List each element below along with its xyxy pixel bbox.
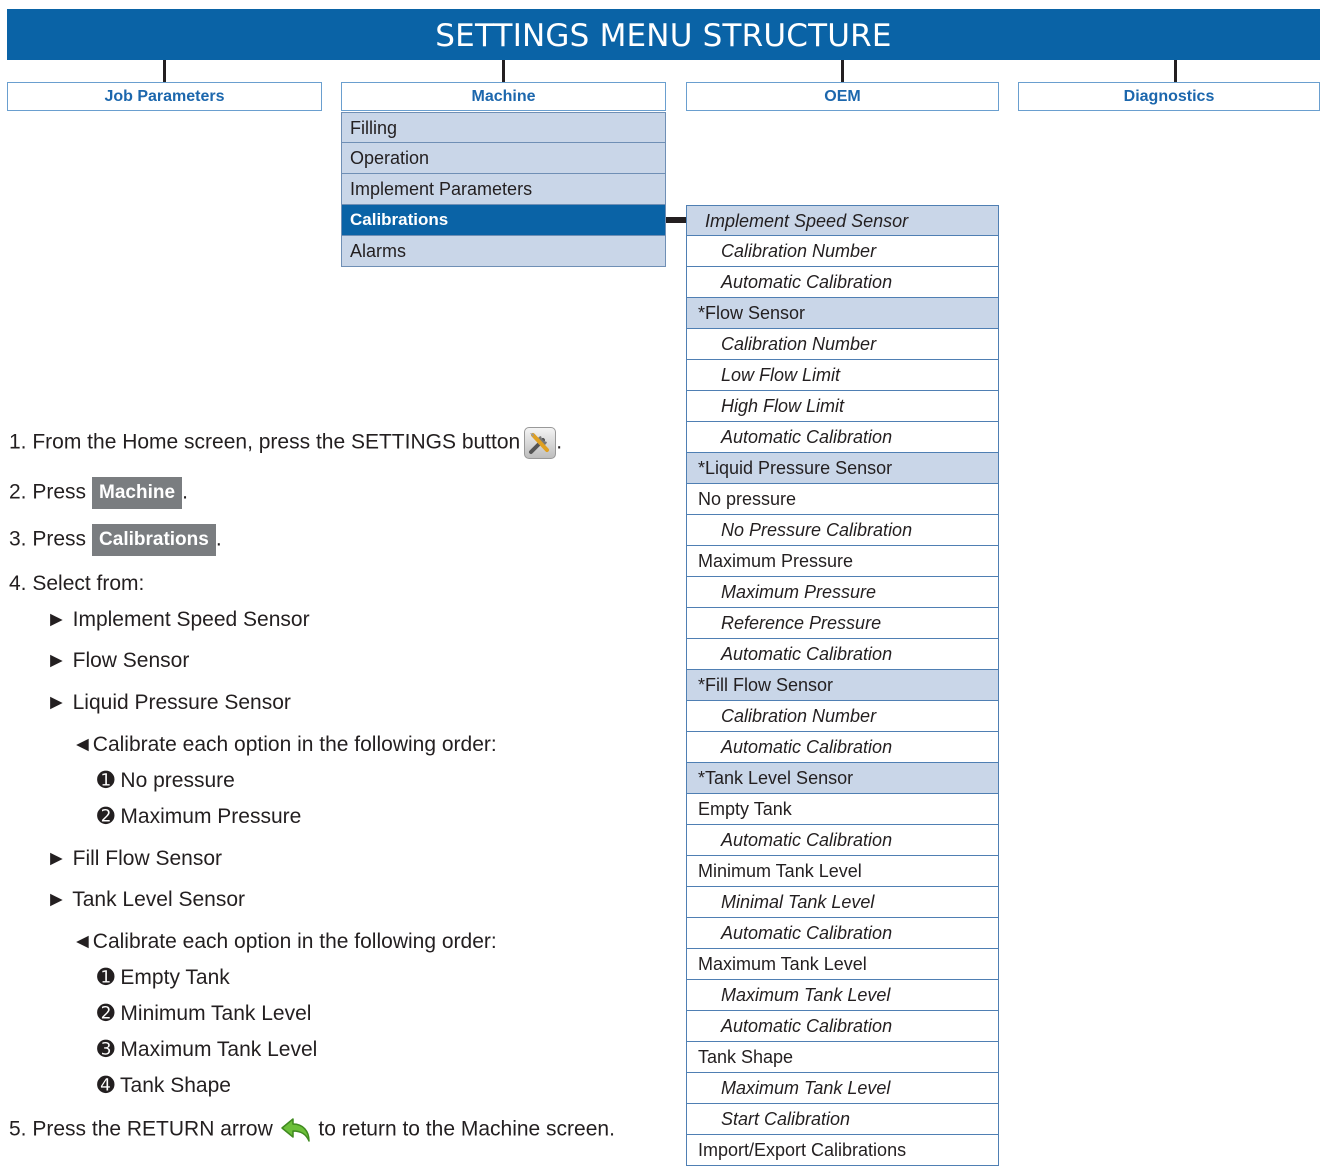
- step-2-suffix: .: [182, 480, 188, 504]
- tab-machine[interactable]: Machine: [341, 82, 666, 111]
- menu-item-calibrations[interactable]: Calibrations: [341, 205, 666, 236]
- settings-tools-icon: [524, 427, 557, 459]
- calibrations-button: Calibrations: [92, 524, 216, 556]
- calibration-subitem[interactable]: Automatic Calibration: [686, 918, 999, 949]
- calibration-subitem[interactable]: Automatic Calibration: [686, 1011, 999, 1042]
- step-5-suffix: to return to the Machine screen.: [318, 1117, 615, 1141]
- step-5: 5. Press the RETURN arrow to return to t…: [9, 1116, 615, 1144]
- calibration-subitem[interactable]: Automatic Calibration: [686, 825, 999, 856]
- step-2-text: 2. Press: [9, 480, 87, 504]
- option-flow-sensor: ► Flow Sensor: [46, 649, 190, 672]
- tab-oem[interactable]: OEM: [686, 82, 999, 111]
- step-3: 3. Press Calibrations.: [9, 524, 222, 556]
- order-step: ➋ Maximum Pressure: [97, 805, 302, 828]
- order-step: ➊ No pressure: [97, 769, 235, 792]
- order-step: ➋ Minimum Tank Level: [97, 1002, 312, 1025]
- calibration-section[interactable]: No pressure: [686, 484, 999, 515]
- connector-line: [1174, 60, 1177, 82]
- calibration-section[interactable]: Empty Tank: [686, 794, 999, 825]
- calibration-section[interactable]: Import/Export Calibrations: [686, 1135, 999, 1166]
- calibration-subitem[interactable]: High Flow Limit: [686, 391, 999, 422]
- machine-button: Machine: [92, 477, 183, 509]
- step-1: 1. From the Home screen, press the SETTI…: [9, 427, 562, 459]
- option-fill-flow-sensor: ► Fill Flow Sensor: [46, 847, 222, 870]
- calibration-subitem[interactable]: Maximum Pressure: [686, 577, 999, 608]
- calibration-subitem[interactable]: Automatic Calibration: [686, 732, 999, 763]
- menu-item-implement-parameters[interactable]: Implement Parameters: [341, 174, 666, 205]
- order-note: ◄Calibrate each option in the following …: [72, 930, 497, 953]
- calibration-section[interactable]: *Tank Level Sensor: [686, 763, 999, 794]
- calibration-section[interactable]: *Liquid Pressure Sensor: [686, 453, 999, 484]
- calibration-subitem[interactable]: Automatic Calibration: [686, 639, 999, 670]
- step-4: 4. Select from:: [9, 572, 145, 595]
- calibration-subitem[interactable]: Minimal Tank Level: [686, 887, 999, 918]
- step-3-text: 3. Press: [9, 527, 87, 551]
- order-step: ➊ Empty Tank: [97, 966, 230, 989]
- calibration-subitem[interactable]: Automatic Calibration: [686, 422, 999, 453]
- connector-line: [841, 60, 844, 82]
- order-step: ➍ Tank Shape: [97, 1074, 231, 1097]
- menu-item-alarms[interactable]: Alarms: [341, 236, 666, 267]
- step-1-suffix: .: [556, 430, 563, 454]
- order-step: ➌ Maximum Tank Level: [97, 1038, 318, 1061]
- calibration-subitem[interactable]: Calibration Number: [686, 236, 999, 267]
- menu-item-filling[interactable]: Filling: [341, 112, 666, 143]
- option-tank-level-sensor: ► Tank Level Sensor: [46, 888, 246, 911]
- step-1-text: 1. From the Home screen, press the SETTI…: [9, 430, 521, 454]
- step-3-suffix: .: [215, 527, 222, 551]
- calibration-subitem[interactable]: No Pressure Calibration: [686, 515, 999, 546]
- calibration-section[interactable]: Minimum Tank Level: [686, 856, 999, 887]
- option-liquid-pressure-sensor: ► Liquid Pressure Sensor: [46, 691, 291, 714]
- calibrations-list: Implement Speed Sensor Calibration Number…: [686, 205, 999, 1166]
- step-2: 2. Press Machine.: [9, 477, 188, 509]
- tab-diagnostics[interactable]: Diagnostics: [1018, 82, 1320, 111]
- calibration-subitem[interactable]: Maximum Tank Level: [686, 1073, 999, 1104]
- connector-line: [502, 60, 505, 82]
- calibration-subitem[interactable]: Calibration Number: [686, 701, 999, 732]
- calibration-subitem[interactable]: Start Calibration: [686, 1104, 999, 1135]
- connector-line: [666, 217, 686, 223]
- return-arrow-icon: [279, 1116, 313, 1144]
- calibration-subitem[interactable]: Maximum Tank Level: [686, 980, 999, 1011]
- calibration-section[interactable]: Tank Shape: [686, 1042, 999, 1073]
- calibration-section[interactable]: *Fill Flow Sensor: [686, 670, 999, 701]
- tab-job-parameters[interactable]: Job Parameters: [7, 82, 322, 111]
- calibration-section[interactable]: Maximum Tank Level: [686, 949, 999, 980]
- calibration-section[interactable]: Maximum Pressure: [686, 546, 999, 577]
- page-title: SETTINGS MENU STRUCTURE: [7, 9, 1320, 60]
- step-5-text: 5. Press the RETURN arrow: [9, 1117, 273, 1141]
- calibration-subitem[interactable]: Calibration Number: [686, 329, 999, 360]
- calibration-subitem[interactable]: Automatic Calibration: [686, 267, 999, 298]
- calibration-subitem[interactable]: Low Flow Limit: [686, 360, 999, 391]
- calibration-section[interactable]: Implement Speed Sensor: [686, 205, 999, 236]
- calibration-subitem[interactable]: Reference Pressure: [686, 608, 999, 639]
- connector-line: [163, 60, 166, 82]
- menu-item-operation[interactable]: Operation: [341, 143, 666, 174]
- calibration-section[interactable]: *Flow Sensor: [686, 298, 999, 329]
- order-note: ◄Calibrate each option in the following …: [72, 733, 497, 756]
- option-implement-speed-sensor: ► Implement Speed Sensor: [46, 608, 310, 631]
